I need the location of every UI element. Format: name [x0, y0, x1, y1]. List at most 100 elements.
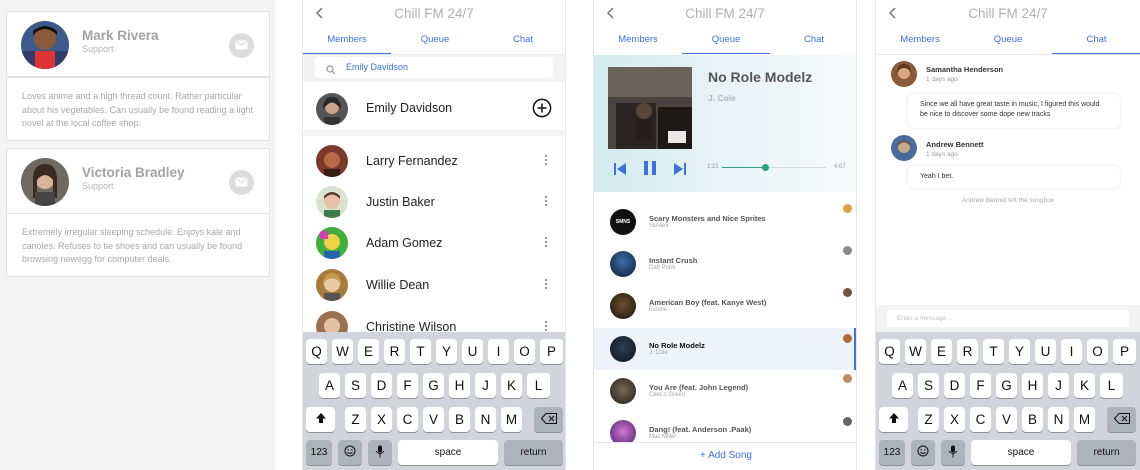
key-l[interactable]: L: [527, 373, 550, 398]
progress-handle[interactable]: [762, 164, 770, 171]
key-a[interactable]: A: [892, 373, 913, 398]
key-g[interactable]: G: [423, 373, 444, 398]
tab-members[interactable]: Members: [594, 30, 682, 54]
key-z[interactable]: Z: [918, 407, 939, 432]
key-p[interactable]: P: [1113, 339, 1136, 364]
tab-chat[interactable]: Chat: [770, 30, 856, 54]
more-vertical-icon[interactable]: [545, 321, 548, 331]
profile-card[interactable]: Mark Rivera Support: [6, 11, 270, 77]
list-item[interactable]: SMNS Scary Monsters and Nice Sprites Skr…: [594, 201, 856, 243]
key-v[interactable]: V: [996, 407, 1017, 432]
numbers-key[interactable]: 123: [879, 440, 905, 465]
key-m[interactable]: M: [1074, 407, 1095, 432]
more-vertical-icon[interactable]: [545, 155, 548, 165]
shift-key[interactable]: [879, 407, 908, 432]
key-n[interactable]: N: [475, 407, 496, 432]
key-f[interactable]: F: [970, 373, 991, 398]
add-song-button[interactable]: + Add Song: [594, 442, 856, 470]
skip-previous-icon[interactable]: [614, 162, 626, 180]
key-r[interactable]: R: [957, 339, 978, 364]
tab-queue[interactable]: Queue: [682, 30, 770, 54]
key-t[interactable]: T: [983, 339, 1004, 364]
more-vertical-icon[interactable]: [545, 237, 548, 247]
key-b[interactable]: B: [449, 407, 470, 432]
tab-chat[interactable]: Chat: [1052, 30, 1140, 54]
key-x[interactable]: X: [371, 407, 392, 432]
list-item[interactable]: Willie Dean: [303, 265, 565, 305]
list-item[interactable]: Larry Fernandez: [303, 141, 565, 181]
key-n[interactable]: N: [1048, 407, 1069, 432]
key-k[interactable]: K: [501, 373, 522, 398]
tab-members[interactable]: Members: [876, 30, 964, 54]
key-s[interactable]: S: [918, 373, 939, 398]
key-w[interactable]: W: [332, 339, 353, 364]
key-h[interactable]: H: [449, 373, 470, 398]
key-d[interactable]: D: [371, 373, 392, 398]
pause-icon[interactable]: [644, 161, 656, 180]
key-v[interactable]: V: [423, 407, 444, 432]
profile-card[interactable]: Victoria Bradley Support: [6, 148, 270, 214]
key-t[interactable]: T: [410, 339, 431, 364]
key-b[interactable]: B: [1022, 407, 1043, 432]
list-item[interactable]: Adam Gomez: [303, 223, 565, 263]
tab-chat[interactable]: Chat: [479, 30, 565, 54]
key-o[interactable]: O: [1087, 339, 1108, 364]
key-h[interactable]: H: [1022, 373, 1043, 398]
skip-next-icon[interactable]: [674, 162, 686, 180]
mail-button[interactable]: [229, 170, 254, 195]
numbers-key[interactable]: 123: [306, 440, 332, 465]
space-key[interactable]: space: [398, 440, 498, 465]
message-input[interactable]: Enter a message...: [887, 310, 1129, 327]
tab-queue[interactable]: Queue: [964, 30, 1052, 54]
space-key[interactable]: space: [971, 440, 1071, 465]
list-item-active[interactable]: No Role Modelz J. Cole: [594, 328, 856, 370]
key-r[interactable]: R: [384, 339, 405, 364]
key-e[interactable]: E: [931, 339, 952, 364]
key-s[interactable]: S: [345, 373, 366, 398]
key-x[interactable]: X: [944, 407, 965, 432]
emoji-key[interactable]: [911, 440, 935, 465]
tab-members[interactable]: Members: [303, 30, 391, 54]
tab-queue[interactable]: Queue: [391, 30, 479, 54]
microphone-key[interactable]: [941, 440, 965, 465]
key-j[interactable]: J: [475, 373, 496, 398]
key-u[interactable]: U: [1035, 339, 1056, 364]
more-vertical-icon[interactable]: [545, 279, 548, 289]
key-i[interactable]: I: [1061, 339, 1082, 364]
list-item[interactable]: Justin Baker: [303, 182, 565, 222]
key-u[interactable]: U: [462, 339, 483, 364]
key-q[interactable]: Q: [879, 339, 900, 364]
key-l[interactable]: L: [1100, 373, 1123, 398]
key-o[interactable]: O: [514, 339, 535, 364]
key-w[interactable]: W: [905, 339, 926, 364]
search-input[interactable]: Emily Davidson: [315, 57, 553, 78]
key-d[interactable]: D: [944, 373, 965, 398]
key-k[interactable]: K: [1074, 373, 1095, 398]
backspace-key[interactable]: [1107, 407, 1136, 432]
key-m[interactable]: M: [501, 407, 522, 432]
add-circle-icon[interactable]: [532, 98, 552, 123]
key-i[interactable]: I: [488, 339, 509, 364]
key-g[interactable]: G: [996, 373, 1017, 398]
backspace-key[interactable]: [534, 407, 563, 432]
key-a[interactable]: A: [319, 373, 340, 398]
key-z[interactable]: Z: [345, 407, 366, 432]
key-p[interactable]: P: [540, 339, 563, 364]
key-j[interactable]: J: [1048, 373, 1069, 398]
key-e[interactable]: E: [358, 339, 379, 364]
shift-key[interactable]: [306, 407, 335, 432]
return-key[interactable]: return: [504, 440, 563, 465]
key-c[interactable]: C: [970, 407, 991, 432]
list-item[interactable]: Instant Crush Daft Punk: [594, 243, 856, 285]
key-y[interactable]: Y: [436, 339, 457, 364]
search-result[interactable]: Emily Davidson: [303, 82, 565, 136]
more-vertical-icon[interactable]: [545, 196, 548, 206]
list-item[interactable]: You Are (feat. John Legend) CeeLo Green: [594, 370, 856, 412]
return-key[interactable]: return: [1077, 440, 1136, 465]
list-item[interactable]: American Boy (feat. Kanye West) Estelle: [594, 285, 856, 327]
emoji-key[interactable]: [338, 440, 362, 465]
progress-track[interactable]: [722, 164, 826, 171]
mail-button[interactable]: [229, 33, 254, 58]
key-q[interactable]: Q: [306, 339, 327, 364]
key-f[interactable]: F: [397, 373, 418, 398]
